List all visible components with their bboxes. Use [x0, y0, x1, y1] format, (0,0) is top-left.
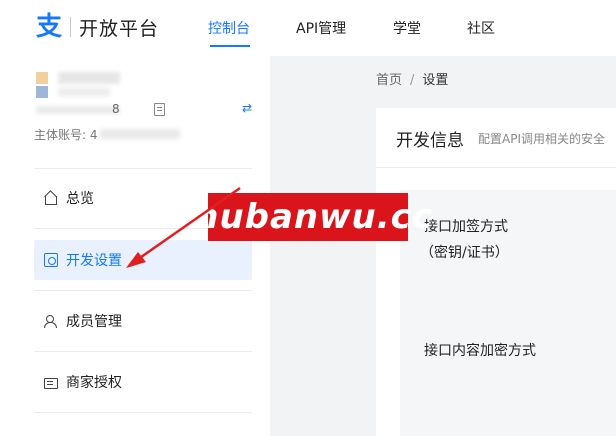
blurred-account-subtitle [58, 88, 110, 96]
settings-icon [44, 253, 58, 267]
avatar-block-top [36, 72, 48, 84]
sidebar: 8 ⇄ 主体账号: 4 总览 开发设置 成员管理 商家授权 [0, 56, 270, 436]
divider [34, 168, 252, 169]
sign-method-sublabel: （密钥/证书） [420, 245, 509, 261]
sidebar-item-dev-settings[interactable]: 开发设置 [34, 240, 252, 280]
dev-info-card: 开发信息 配置API调用相关的安全 接口加签方式 （密钥/证书） 接口内容加密方… [376, 108, 616, 436]
copy-icon[interactable] [154, 103, 165, 116]
card-description: 配置API调用相关的安全 [478, 132, 605, 146]
account-id-tail: 8 [112, 102, 120, 116]
blurred-main-account [100, 129, 180, 139]
home-icon [44, 191, 58, 205]
avatar-block-bottom [36, 86, 48, 98]
card-title: 开发信息 [396, 131, 464, 151]
blurred-account-name [58, 72, 120, 84]
encryption-method-label: 接口内容加密方式 [424, 343, 536, 359]
logo-text: 开放平台 [79, 17, 160, 40]
alipay-logo-icon: 支 [35, 12, 62, 42]
sidebar-item-label: 成员管理 [66, 314, 122, 330]
avatar [36, 72, 48, 98]
sidebar-item-label: 商家授权 [66, 375, 122, 391]
breadcrumb: 首页 / 设置 [376, 69, 448, 88]
watermark-banner: mubanwu.cc [183, 193, 432, 241]
sidebar-item-merchant-auth[interactable]: 商家授权 [34, 362, 252, 402]
nav-active-underline [210, 45, 250, 47]
divider [34, 412, 252, 413]
nav-academy[interactable]: 学堂 [393, 18, 421, 38]
switch-account-icon[interactable]: ⇄ [242, 101, 252, 115]
blurred-account-id [36, 106, 120, 114]
logo[interactable]: 支 开放平台 [34, 12, 159, 42]
breadcrumb-separator: / [410, 73, 415, 88]
sidebar-item-label: 总览 [66, 191, 94, 207]
top-header: 支 开放平台 控制台 API管理 学堂 社区 [0, 0, 616, 56]
logo-divider [70, 17, 71, 37]
members-icon [44, 314, 58, 328]
breadcrumb-current: 设置 [422, 73, 449, 88]
merchant-card-icon [44, 377, 58, 389]
sidebar-item-members[interactable]: 成员管理 [34, 301, 252, 341]
card-header: 开发信息 配置API调用相关的安全 [376, 108, 616, 168]
nav-api-management[interactable]: API管理 [296, 18, 346, 38]
sign-method-label: 接口加签方式 [424, 219, 508, 235]
main-account-label: 主体账号: 4 [34, 128, 98, 142]
divider [34, 290, 252, 291]
sidebar-item-label: 开发设置 [66, 253, 122, 269]
nav-console[interactable]: 控制台 [208, 18, 250, 38]
breadcrumb-home[interactable]: 首页 [376, 73, 402, 88]
nav-community[interactable]: 社区 [467, 18, 495, 38]
divider [34, 351, 252, 352]
main-content: 首页 / 设置 开发信息 配置API调用相关的安全 接口加签方式 （密钥/证书） 接… [270, 56, 616, 436]
